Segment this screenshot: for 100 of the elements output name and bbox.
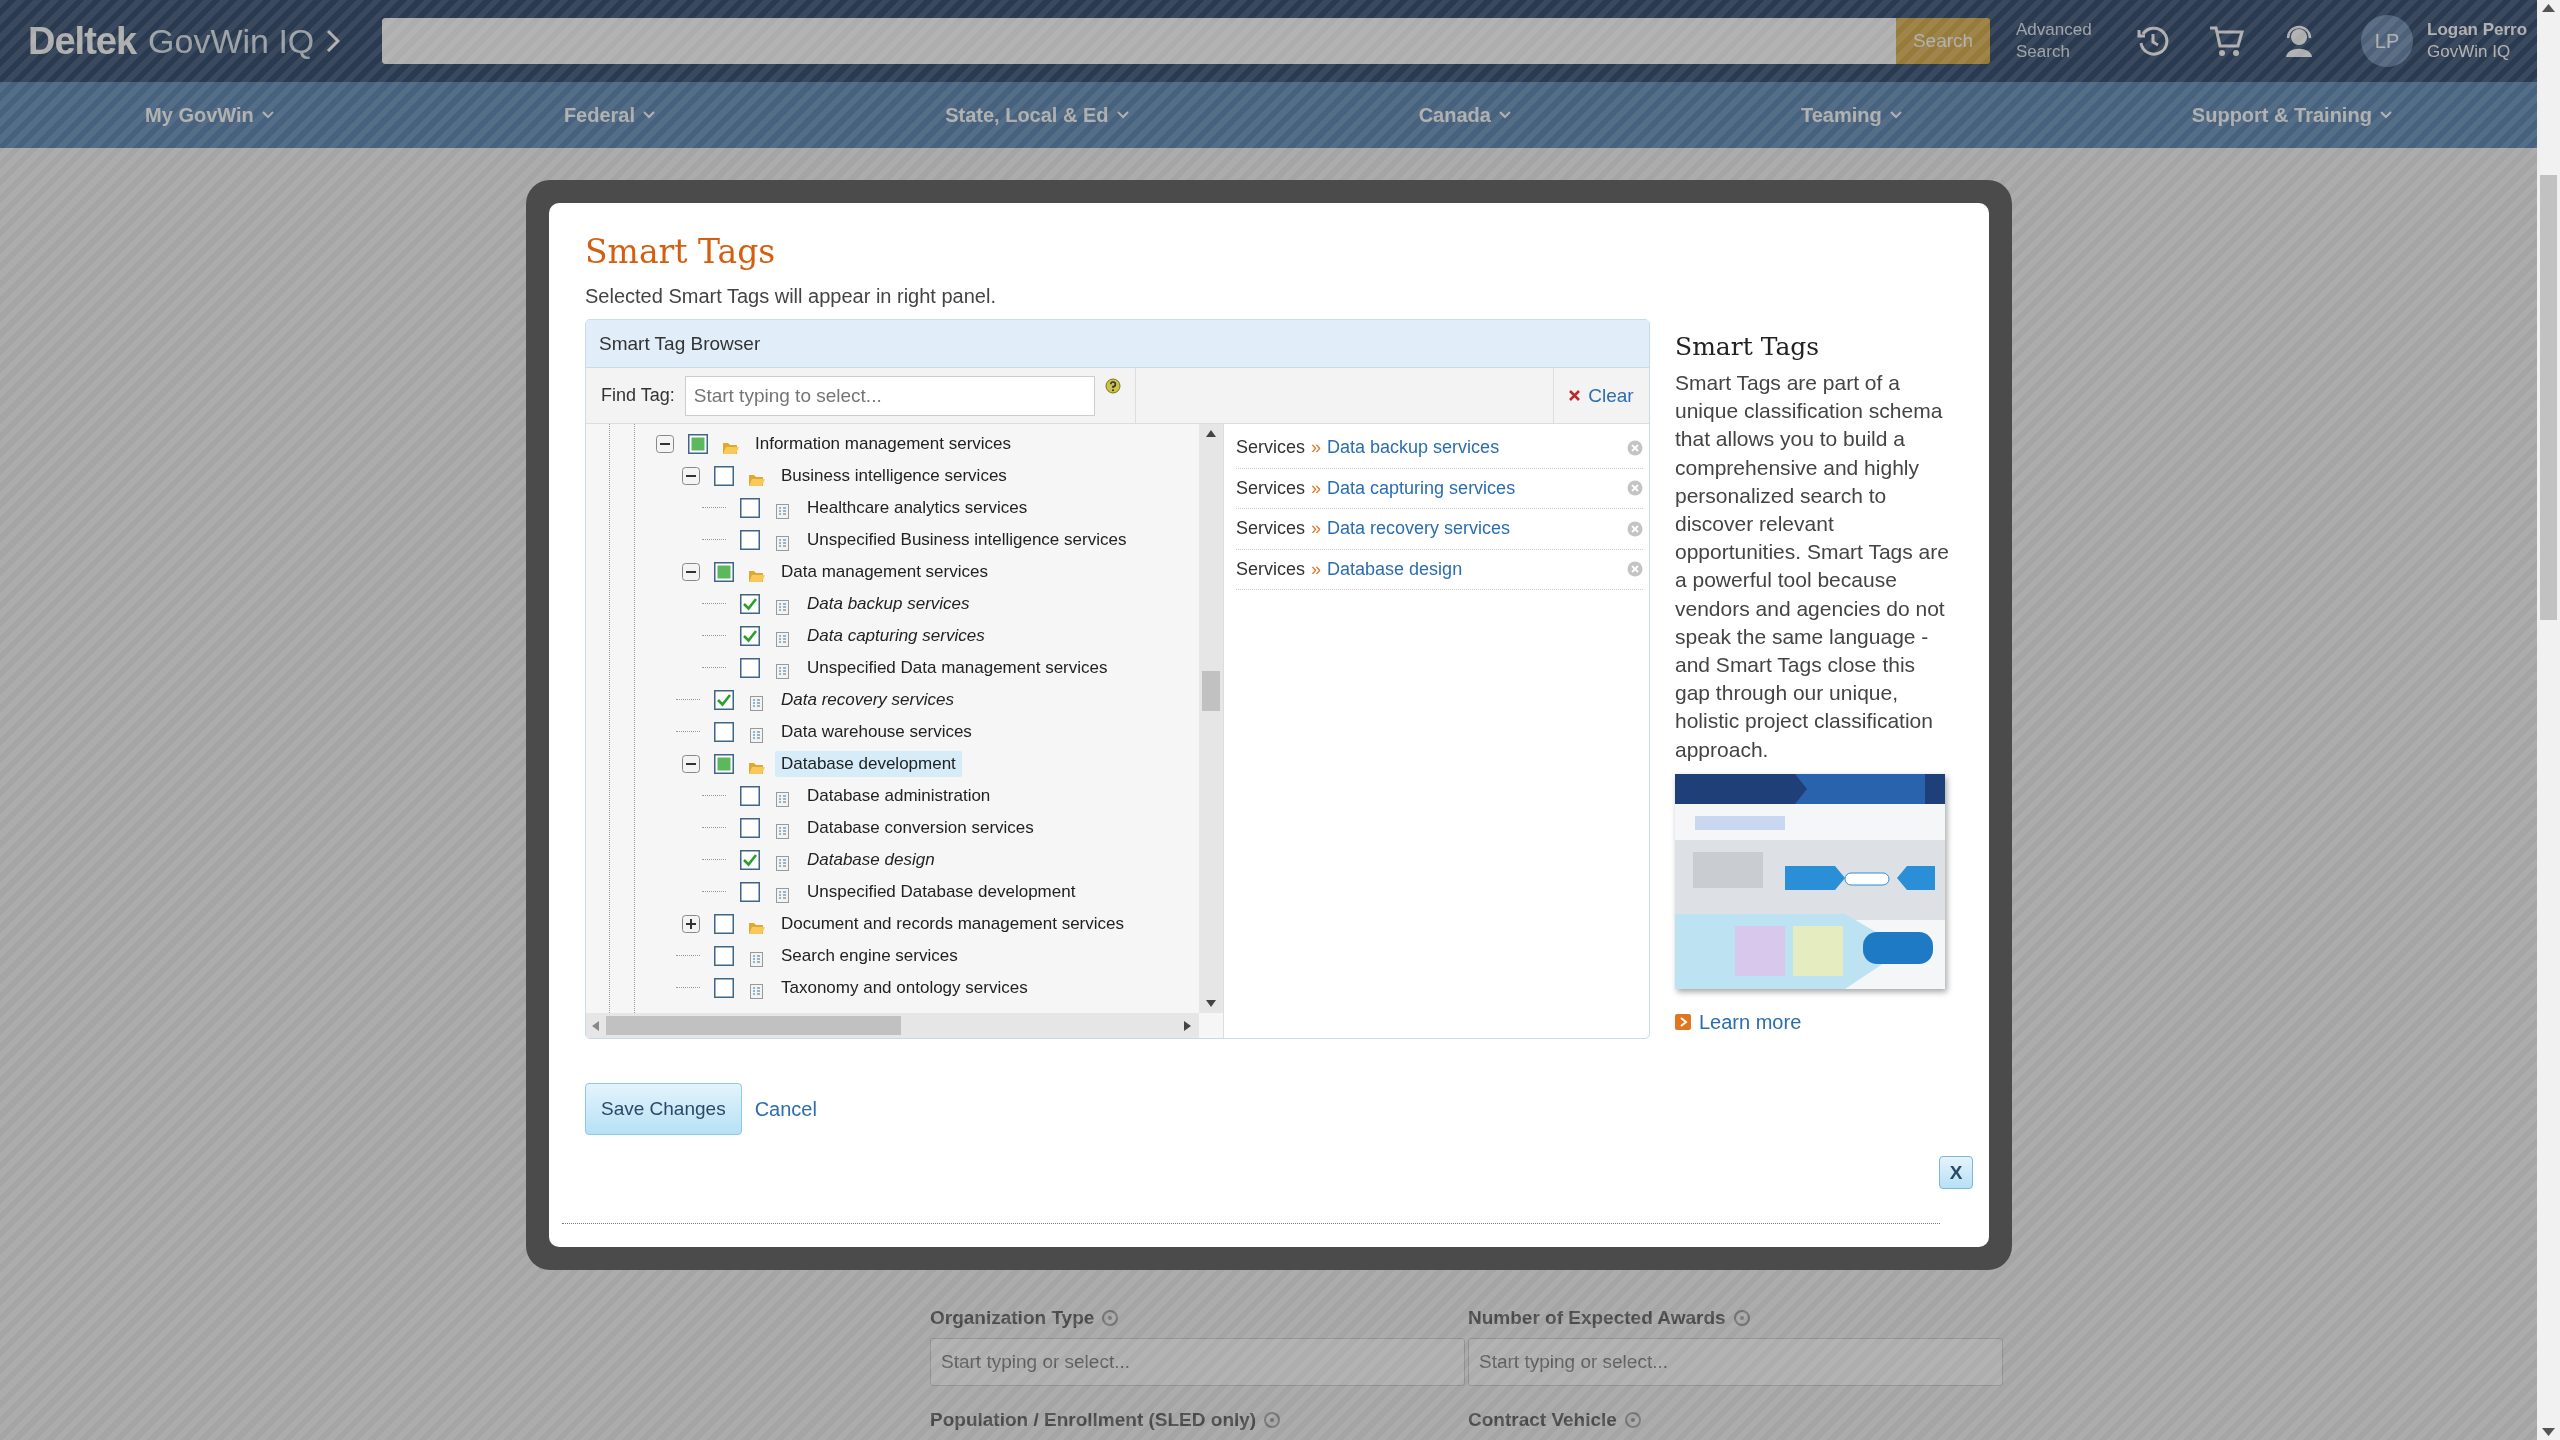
find-tag-field[interactable]: Start typing to select... <box>684 375 1095 416</box>
scrollbar-thumb[interactable] <box>2540 175 2557 620</box>
tag-category: Services <box>1236 518 1306 540</box>
tree-item[interactable]: Unspecified Data management services <box>801 655 1114 681</box>
collapse-toggle[interactable] <box>682 755 700 773</box>
learn-more-link[interactable]: Learn more <box>1699 1010 1802 1034</box>
caret-icon <box>2379 111 2392 119</box>
scroll-up-icon[interactable] <box>2542 4 2555 12</box>
close-icon <box>1569 390 1581 401</box>
history-icon[interactable] <box>2136 24 2170 58</box>
checkbox[interactable] <box>714 978 734 998</box>
scrollbar-thumb[interactable] <box>1202 671 1220 711</box>
collapse-toggle[interactable] <box>682 563 700 581</box>
tree-item[interactable]: Data recovery services <box>775 687 960 713</box>
tree-item[interactable]: Data backup services <box>801 591 976 617</box>
checkbox[interactable] <box>714 466 734 486</box>
tree-item[interactable]: Data capturing services <box>801 623 991 649</box>
tag-link[interactable]: Data backup services <box>1327 437 1621 459</box>
help-icon[interactable] <box>1104 378 1121 394</box>
checkbox[interactable] <box>740 850 760 870</box>
clear-button[interactable]: Clear <box>1553 368 1649 423</box>
document-icon <box>774 534 791 552</box>
scroll-up-icon[interactable] <box>1206 430 1216 437</box>
tag-link[interactable]: Data recovery services <box>1327 518 1621 540</box>
collapse-toggle[interactable] <box>682 467 700 485</box>
tree-item[interactable]: Information management services <box>749 431 1018 457</box>
input-field[interactable]: Start typing or select... <box>1468 1338 2003 1386</box>
scrollbar-thumb[interactable] <box>606 1016 901 1035</box>
tree-item[interactable]: Database development <box>775 751 962 777</box>
tag-link[interactable]: Database design <box>1327 558 1621 580</box>
tree-item[interactable]: Database conversion services <box>801 815 1040 841</box>
tree-item[interactable]: Document and records management services <box>775 911 1130 937</box>
checkbox[interactable] <box>740 658 760 678</box>
tree-item[interactable]: Business intelligence services <box>775 463 1013 489</box>
info-title: Smart Tags <box>1675 331 1821 363</box>
chevron-icon <box>326 29 341 53</box>
tree-item[interactable]: Unspecified Business intelligence services <box>801 527 1133 553</box>
tree-item[interactable]: Database design <box>801 847 941 873</box>
field-label: Number of Expected Awards <box>1468 1307 1726 1329</box>
checkbox[interactable] <box>740 530 760 550</box>
breadcrumb-separator: » <box>1311 558 1322 580</box>
field-label: Contract Vehicle <box>1468 1409 1617 1431</box>
search-field[interactable] <box>382 18 1896 64</box>
document-icon <box>774 822 791 840</box>
caret-icon <box>1889 111 1902 119</box>
tree-item[interactable]: Healthcare analytics services <box>801 495 1034 521</box>
checkbox[interactable] <box>740 786 760 806</box>
tree-item[interactable]: Data warehouse services <box>775 719 978 745</box>
advanced-search-link[interactable]: Advanced Search <box>2016 19 2096 63</box>
save-button[interactable]: Save Changes <box>585 1083 742 1135</box>
dialog-title: Smart Tags <box>585 231 777 273</box>
checkbox[interactable] <box>740 498 760 518</box>
user-name[interactable]: Logan Perro <box>2427 19 2528 41</box>
checkbox[interactable] <box>714 690 734 710</box>
breadcrumb-separator: » <box>1311 437 1322 459</box>
tree-item[interactable]: Search engine services <box>775 943 964 969</box>
tree-item[interactable]: Unspecified Database development <box>801 879 1082 905</box>
cart-icon[interactable] <box>2208 24 2244 58</box>
checkbox[interactable] <box>688 434 708 454</box>
field-label: Find Tag: <box>601 385 675 406</box>
caret-icon <box>1116 111 1129 119</box>
brand-logo[interactable]: Deltek <box>28 19 137 63</box>
scroll-right-icon[interactable] <box>1184 1021 1191 1031</box>
checkbox[interactable] <box>740 626 760 646</box>
document-icon <box>774 662 791 680</box>
document-icon <box>774 854 791 872</box>
document-icon <box>748 694 765 712</box>
document-icon <box>774 502 791 520</box>
checkbox[interactable] <box>714 754 734 774</box>
close-button[interactable]: X <box>1939 1156 1973 1189</box>
checkbox[interactable] <box>740 818 760 838</box>
panel-header: Smart Tag Browser <box>586 320 1649 368</box>
tag-category: Services <box>1236 558 1306 580</box>
document-icon <box>748 726 765 744</box>
checkbox[interactable] <box>740 594 760 614</box>
field-label: Organization Type <box>930 1307 1095 1329</box>
info-text: Smart Tags are part of a unique classification schema that allows you to build a comprehensive and highly personalized search to discover relevant opportunities. Smart Tags are a powerful tool because vendors and agencies do not speak the same language - and Smart Tags close this gap through our unique, holistic project classification approach. <box>1675 370 1950 763</box>
tree-item[interactable]: Database administration <box>801 783 997 809</box>
document-icon <box>774 630 791 648</box>
input-field[interactable]: Start typing or select... <box>930 1338 1465 1386</box>
tree-item[interactable]: Data management services <box>775 559 994 585</box>
checkbox[interactable] <box>714 722 734 742</box>
checkbox[interactable] <box>714 562 734 582</box>
scroll-down-icon[interactable] <box>1206 1000 1216 1007</box>
expand-toggle[interactable] <box>682 915 700 933</box>
tag-link[interactable]: Data capturing services <box>1327 477 1621 499</box>
cancel-link[interactable]: Cancel <box>754 1097 817 1121</box>
collapse-toggle[interactable] <box>656 435 674 453</box>
checkbox[interactable] <box>714 946 734 966</box>
document-icon <box>748 950 765 968</box>
scroll-down-icon[interactable] <box>2542 1428 2555 1436</box>
caret-icon <box>1498 111 1511 119</box>
breadcrumb-separator: » <box>1311 518 1322 540</box>
document-icon <box>774 886 791 904</box>
document-icon <box>774 790 791 808</box>
tree-item[interactable]: Taxonomy and ontology services <box>775 975 1034 1001</box>
checkbox[interactable] <box>714 914 734 934</box>
scroll-left-icon[interactable] <box>592 1021 599 1031</box>
checkbox[interactable] <box>740 882 760 902</box>
document-icon <box>748 982 765 1000</box>
